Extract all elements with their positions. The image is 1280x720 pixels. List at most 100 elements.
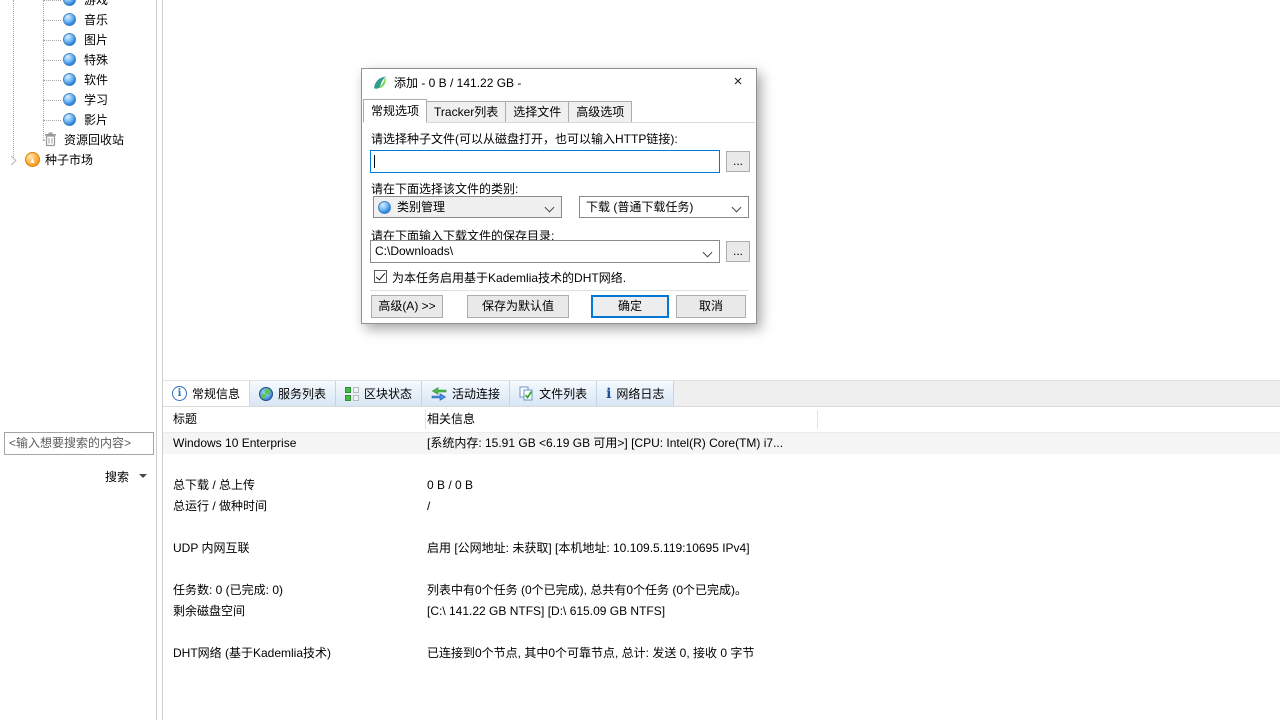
sidebar-item-label: 资源回收站	[64, 130, 124, 150]
market-globe-icon: ▲	[25, 152, 40, 167]
tab-network-log[interactable]: i 网络日志	[597, 381, 674, 406]
search-dropdown-icon[interactable]	[139, 474, 147, 478]
trash-icon	[44, 132, 57, 147]
table-row[interactable]: 剩余磁盘空间 [C:\ 141.22 GB NTFS] [D:\ 615.09 …	[163, 601, 1280, 622]
cancel-button[interactable]: 取消	[676, 295, 746, 318]
table-row[interactable]: UDP 内网互联 启用 [公网地址: 未获取] [本机地址: 10.109.5.…	[163, 538, 1280, 559]
row-info: /	[427, 496, 1274, 517]
expander-chevron-icon[interactable]	[7, 156, 17, 166]
column-divider[interactable]	[425, 410, 426, 429]
search-input[interactable]: <输入想要搜索的内容>	[4, 432, 154, 455]
tab-label: 网络日志	[616, 385, 664, 402]
sidebar-item-special[interactable]: 特殊	[0, 50, 156, 70]
row-title: 总运行 / 做种时间	[173, 496, 267, 517]
table-row[interactable]: 任务数: 0 (已完成: 0) 列表中有0个任务 (0个已完成), 总共有0个任…	[163, 580, 1280, 601]
row-info: [系统内存: 15.91 GB <6.19 GB 可用>] [CPU: Inte…	[427, 433, 1274, 454]
sidebar-item-study[interactable]: 学习	[0, 90, 156, 110]
sidebar-item-label: 图片	[84, 30, 108, 50]
dialog-titlebar: 添加 - 0 B / 141.22 GB - ×	[362, 69, 756, 97]
row-title: 总下载 / 总上传	[173, 475, 255, 496]
table-row[interactable]: Windows 10 Enterprise [系统内存: 15.91 GB <6…	[163, 433, 1280, 454]
sidebar-item-software[interactable]: 软件	[0, 70, 156, 90]
column-divider[interactable]	[817, 410, 818, 429]
row-info: 列表中有0个任务 (0个已完成), 总共有0个任务 (0个已完成)。	[427, 580, 1274, 601]
row-info: 已连接到0个节点, 其中0个可靠节点, 总计: 发送 0, 接收 0 字节	[427, 643, 1274, 664]
tab-label: 文件列表	[539, 385, 587, 402]
search-placeholder: <输入想要搜索的内容>	[9, 436, 131, 450]
files-check-icon	[519, 386, 534, 401]
tab-active-connections[interactable]: 活动连接	[422, 381, 510, 406]
column-header-title[interactable]: 标题	[173, 407, 197, 432]
browse-dir-button[interactable]: ...	[726, 241, 750, 262]
dialog-title: 添加 - 0 B / 141.22 GB -	[394, 69, 521, 97]
column-header-info[interactable]: 相关信息	[427, 407, 475, 432]
row-title: 剩余磁盘空间	[173, 601, 245, 622]
tab-select-files[interactable]: 选择文件	[506, 101, 569, 123]
category-ball-icon	[63, 93, 76, 106]
close-icon[interactable]: ×	[720, 69, 756, 96]
category-ball-icon	[63, 113, 76, 126]
tab-file-list[interactable]: 文件列表	[510, 381, 597, 406]
save-dir-value: C:\Downloads\	[375, 244, 453, 258]
category-ball-icon	[63, 0, 76, 6]
chevron-down-icon[interactable]	[732, 203, 742, 213]
torrent-file-input[interactable]	[370, 150, 720, 173]
tab-tracker-list[interactable]: Tracker列表	[427, 101, 506, 123]
search-button[interactable]: 搜索	[0, 466, 157, 486]
info-table: Windows 10 Enterprise [系统内存: 15.91 GB <6…	[163, 433, 1280, 673]
chevron-down-icon[interactable]	[703, 248, 713, 258]
tab-label: 区块状态	[364, 385, 412, 402]
category-ball-icon	[63, 13, 76, 26]
dht-checkbox[interactable]	[374, 270, 387, 283]
task-type-value: 下载 (普通下载任务)	[586, 197, 693, 217]
row-title: UDP 内网互联	[173, 538, 249, 559]
table-row[interactable]: 总运行 / 做种时间 /	[163, 496, 1280, 517]
table-row[interactable]: 总下载 / 总上传 0 B / 0 B	[163, 475, 1280, 496]
sidebar-item-label: 音乐	[84, 10, 108, 30]
sidebar: 游戏 音乐 图片 特殊 软件	[0, 0, 156, 720]
row-title: Windows 10 Enterprise	[173, 433, 296, 454]
table-row[interactable]: DHT网络 (基于Kademlia技术) 已连接到0个节点, 其中0个可靠节点,…	[163, 643, 1280, 664]
browse-torrent-button[interactable]: ...	[726, 151, 750, 172]
save-default-button[interactable]: 保存为默认值	[467, 295, 569, 318]
favorites-tree: 游戏 音乐 图片 特殊 软件	[0, 0, 156, 380]
sidebar-item-music[interactable]: 音乐	[0, 10, 156, 30]
tab-piece-status[interactable]: 区块状态	[336, 381, 422, 406]
text-caret	[374, 155, 375, 168]
sidebar-item-label: 游戏	[84, 0, 108, 10]
sidebar-item-games[interactable]: 游戏	[0, 0, 156, 10]
save-dir-combo[interactable]: C:\Downloads\	[370, 240, 720, 263]
sidebar-item-label: 特殊	[84, 50, 108, 70]
info-circle-icon: i	[172, 386, 187, 401]
sidebar-item-label: 影片	[84, 110, 108, 130]
category-select-value: 类别管理	[397, 197, 445, 217]
sidebar-item-label: 软件	[84, 70, 108, 90]
tab-advanced-options[interactable]: 高级选项	[569, 101, 632, 123]
tab-label: 常规信息	[192, 385, 240, 402]
category-select[interactable]: 类别管理	[373, 196, 562, 218]
sidebar-item-recycle[interactable]: 资源回收站	[0, 130, 156, 150]
row-info: [C:\ 141.22 GB NTFS] [D:\ 615.09 GB NTFS…	[427, 601, 1274, 622]
advanced-button[interactable]: 高级(A) >>	[371, 295, 443, 318]
info-tabbar: i 常规信息 服务列表 区块状态 活动连接 文件列表	[163, 380, 1280, 407]
tab-general-info[interactable]: i 常规信息	[163, 381, 250, 406]
chevron-down-icon[interactable]	[545, 203, 555, 213]
tab-general-options[interactable]: 常规选项	[363, 99, 427, 123]
ok-button[interactable]: 确定	[591, 295, 669, 318]
tab-label: 服务列表	[278, 385, 326, 402]
sidebar-item-market[interactable]: ▲ 种子市场	[0, 150, 156, 170]
task-type-select[interactable]: 下载 (普通下载任务)	[579, 196, 749, 218]
category-ball-icon	[63, 53, 76, 66]
category-ball-icon	[63, 33, 76, 46]
blocks-icon	[345, 387, 359, 401]
sidebar-item-movies[interactable]: 影片	[0, 110, 156, 130]
dialog-tabs: 常规选项 Tracker列表 选择文件 高级选项	[363, 101, 632, 123]
sidebar-item-label: 种子市场	[45, 150, 93, 170]
sidebar-item-label: 学习	[84, 90, 108, 110]
add-task-dialog: 添加 - 0 B / 141.22 GB - × 常规选项 Tracker列表 …	[361, 68, 757, 324]
category-manager-icon	[378, 201, 391, 214]
tab-label: 活动连接	[452, 385, 500, 402]
tab-service-list[interactable]: 服务列表	[250, 381, 336, 406]
sidebar-item-pictures[interactable]: 图片	[0, 30, 156, 50]
row-info: 启用 [公网地址: 未获取] [本机地址: 10.109.5.119:10695…	[427, 538, 1274, 559]
